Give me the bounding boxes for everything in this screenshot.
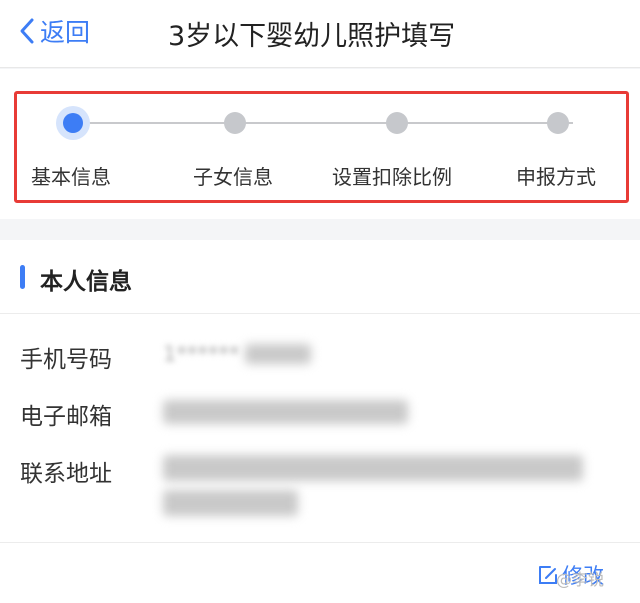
phone-redaction [245,344,311,364]
progress-line [75,122,573,124]
step-dot-3 [386,112,408,134]
section-title: 本人信息 [40,269,132,295]
phone-label: 手机号码 [20,347,112,373]
personal-info-card: 本人信息 手机号码 1****** 电子邮箱 联系地址 修改 [0,240,640,603]
back-button[interactable]: 返回 [18,14,90,48]
back-label: 返回 [40,18,91,47]
email-label: 电子邮箱 [20,404,112,430]
divider [0,542,640,543]
step-dot-2 [224,112,246,134]
highlight-box: 基本信息 子女信息 设置扣除比例 申报方式 [14,91,629,203]
section-header: 本人信息 [0,240,640,314]
phone-value-redacted: 1****** [163,342,240,366]
email-redaction [163,400,408,424]
top-nav-bar: 返回 3岁以下婴幼儿照护填写 [0,0,640,68]
step-label-filing-method: 申报方式 [516,165,596,189]
section-accent-bar [20,265,25,289]
step-label-children-info: 子女信息 [193,165,273,189]
progress-steps-panel: 基本信息 子女信息 设置扣除比例 申报方式 [0,69,640,219]
watermark: @李锐 [556,570,605,589]
step-dot-1-active [56,106,90,140]
step-label-basic-info: 基本信息 [31,165,111,189]
step-label-deduction-ratio: 设置扣除比例 [332,165,452,189]
page-title: 3岁以下婴幼儿照护填写 [168,21,456,52]
chevron-left-icon [20,18,34,44]
address-redaction-line1 [163,455,583,481]
step-dot-4 [547,112,569,134]
address-label: 联系地址 [20,461,112,487]
address-redaction-line2 [163,490,298,516]
